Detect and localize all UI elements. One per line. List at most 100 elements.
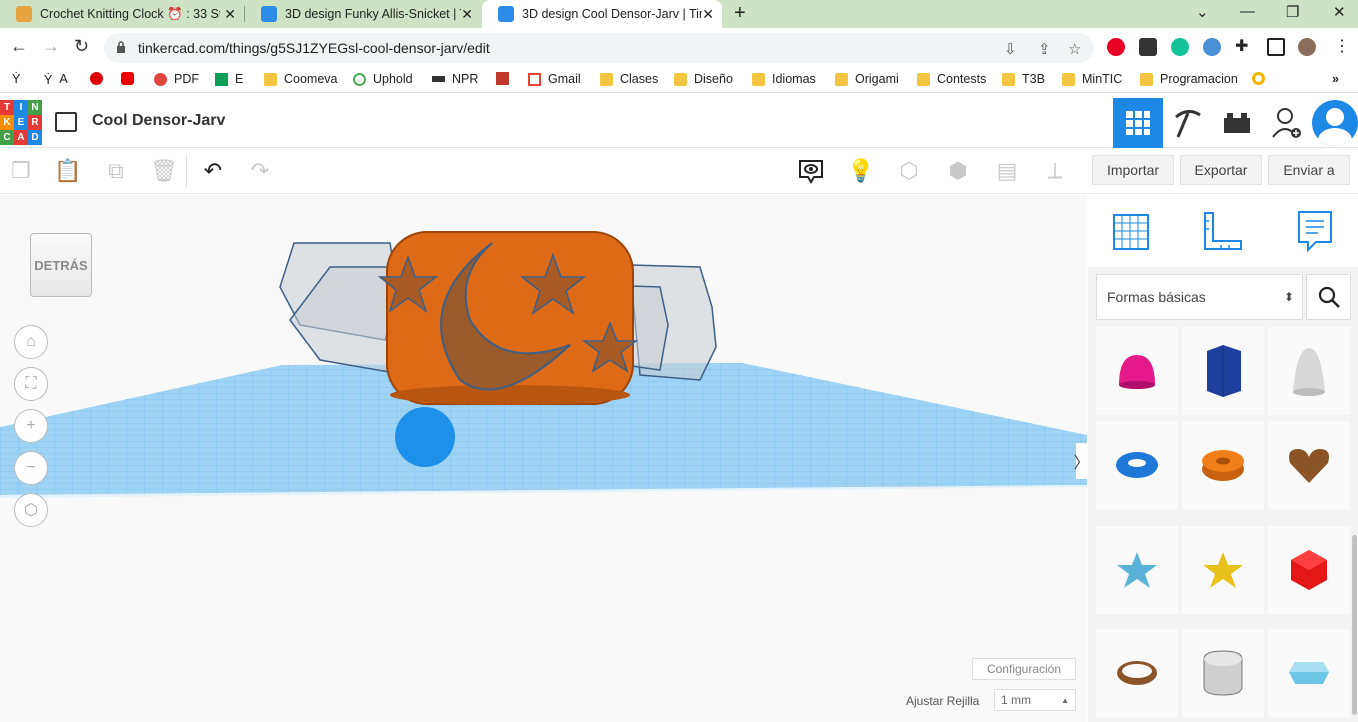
shape-cone-round[interactable] (1268, 327, 1350, 415)
close-tab-icon[interactable]: ✕ (702, 6, 714, 23)
trash-icon[interactable]: 🗑 (150, 158, 178, 184)
mirror-icon[interactable]: ⟂ (1042, 158, 1068, 184)
view-cube[interactable]: DETRÁS (30, 233, 92, 297)
bookmark-origami[interactable]: Origami (835, 72, 899, 86)
bookmark-t3b[interactable]: T3B (1002, 72, 1045, 86)
sidepanel-icon[interactable] (1267, 38, 1285, 56)
tab-crochet[interactable]: Crochet Knitting Clock ⏰ : 33 St ✕ (0, 0, 244, 28)
shape-paraboloid[interactable] (1096, 327, 1178, 415)
fit-view-icon[interactable]: ⛶ (14, 367, 48, 401)
shape-rounded-box[interactable] (1182, 629, 1264, 717)
shape-star-gold[interactable] (1182, 526, 1264, 614)
m-icon[interactable] (90, 72, 103, 85)
lightbulb-icon[interactable]: 💡 (847, 158, 874, 184)
ring-icon[interactable] (1252, 72, 1265, 85)
more-bookmarks-icon[interactable]: » (1332, 72, 1339, 86)
settings-button[interactable]: Configuración (972, 658, 1076, 680)
pinterest-icon[interactable] (1107, 38, 1125, 56)
calendar-icon[interactable] (496, 72, 509, 85)
design-title[interactable]: Cool Densor-Jarv (92, 112, 225, 130)
export-button[interactable]: Exportar (1180, 155, 1262, 185)
note-eye-icon[interactable] (798, 158, 824, 184)
user-avatar[interactable] (1312, 98, 1358, 148)
home-view-icon[interactable]: ⌂ (14, 325, 48, 359)
group-icon[interactable]: ⬡ (896, 158, 922, 184)
shape-category-select[interactable]: Formas básicas ⬍ (1096, 274, 1303, 320)
bookmark-a[interactable]: ẎA (44, 72, 68, 87)
shape-hexagon-gem[interactable] (1268, 629, 1350, 717)
tab-search-icon[interactable]: ⌄ (1196, 3, 1209, 21)
puzzle-icon[interactable]: ✚ (1235, 38, 1253, 56)
redo-icon[interactable]: ↷ (247, 158, 273, 184)
bookmark-idiomas[interactable]: Idiomas (752, 72, 816, 86)
restore-button[interactable]: ❐ (1286, 3, 1299, 21)
minimize-button[interactable]: — (1240, 3, 1255, 20)
send-to-button[interactable]: Enviar a (1268, 155, 1350, 185)
grammarly-icon[interactable] (1171, 38, 1189, 56)
shape-ring[interactable] (1096, 629, 1178, 717)
copy-icon[interactable]: ❐ (8, 158, 34, 184)
share-icon[interactable]: ⇪ (1038, 40, 1051, 58)
reload-button[interactable]: ↻ (74, 36, 89, 57)
bookmark-gmail[interactable]: Gmail (528, 72, 581, 86)
ruler-icon[interactable] (1201, 209, 1245, 253)
forward-button[interactable]: → (42, 36, 60, 57)
add-user-icon (1272, 108, 1301, 138)
bookmark-coomeva[interactable]: Coomeva (264, 72, 338, 86)
paste-icon[interactable]: 📋 (54, 158, 81, 184)
extension-icon[interactable] (1139, 38, 1157, 56)
duplicate-icon[interactable]: ⧉ (103, 158, 129, 184)
shape-heart[interactable] (1268, 421, 1350, 509)
bookmark-programacion[interactable]: Programacion (1140, 72, 1238, 86)
bookmark-clases[interactable]: Clases (600, 72, 658, 86)
shape-hexagonal-prism[interactable] (1182, 327, 1264, 415)
new-tab-button[interactable]: + (734, 2, 746, 25)
3d-view-button[interactable] (1113, 98, 1163, 148)
shape-torus[interactable] (1096, 421, 1178, 509)
bookmark-e[interactable]: E (215, 72, 243, 86)
bookmark-contests[interactable]: Contests (917, 72, 986, 86)
shape-tube[interactable] (1182, 421, 1264, 509)
back-button[interactable]: ← (10, 36, 28, 57)
bookmark-diseno[interactable]: Diseño (674, 72, 733, 86)
kebab-menu-icon[interactable]: ⋮ (1334, 38, 1352, 56)
window-close-button[interactable]: ✕ (1333, 3, 1346, 21)
youtube-icon[interactable] (121, 72, 134, 85)
bricks-button[interactable] (1212, 98, 1262, 148)
shape-star[interactable] (1096, 526, 1178, 614)
bookmark-y1-icon[interactable]: Ẏ (12, 72, 20, 86)
bookmark-star-icon[interactable]: ☆ (1068, 40, 1081, 58)
perspective-icon[interactable]: ⬡ (14, 493, 48, 527)
bookmark-npr[interactable]: NPR (432, 72, 478, 86)
tab-funky[interactable]: 3D design Funky Allis-Snicket | Ti ✕ (245, 0, 481, 28)
pickaxe-button[interactable] (1163, 98, 1213, 148)
blue-sphere[interactable] (395, 407, 455, 467)
shape-polyhedron[interactable] (1268, 526, 1350, 614)
close-tab-icon[interactable]: ✕ (461, 6, 473, 23)
add-user-button[interactable] (1262, 98, 1312, 148)
url-field[interactable]: tinkercad.com/things/g5SJ1ZYEGsl-cool-de… (104, 33, 1094, 63)
notes-icon[interactable] (1296, 209, 1334, 253)
zoom-in-icon[interactable]: + (14, 409, 48, 443)
timer-icon[interactable] (1203, 38, 1221, 56)
design-list-icon[interactable] (55, 112, 77, 132)
tab-cool-active[interactable]: 3D design Cool Densor-Jarv | Tin ✕ (482, 0, 722, 28)
collapse-panel-handle[interactable]: 〉 (1074, 443, 1087, 479)
bookmark-pdf[interactable]: PDF (154, 72, 199, 86)
zoom-out-icon[interactable]: − (14, 451, 48, 485)
bookmark-uphold[interactable]: Uphold (353, 72, 413, 86)
workplane-canvas[interactable]: DETRÁS ⌂ ⛶ + − ⬡ Configuración Ajustar R… (0, 195, 1087, 722)
install-icon[interactable]: ⇩ (1004, 40, 1017, 58)
panel-scrollbar[interactable] (1352, 535, 1357, 715)
undo-icon[interactable]: ↶ (200, 158, 226, 184)
align-icon[interactable]: ▤ (994, 158, 1020, 184)
shape-search-button[interactable] (1306, 274, 1351, 320)
profile-avatar[interactable] (1298, 38, 1316, 56)
snap-grid-select[interactable]: 1 mm ▲ (994, 689, 1076, 711)
workplane-grid-icon[interactable] (1110, 209, 1152, 253)
close-tab-icon[interactable]: ✕ (224, 6, 236, 23)
tinkercad-logo[interactable]: TIN KER CAD (0, 100, 42, 146)
import-button[interactable]: Importar (1092, 155, 1174, 185)
bookmark-mintic[interactable]: MinTIC (1062, 72, 1122, 86)
ungroup-icon[interactable]: ⬢ (945, 158, 971, 184)
